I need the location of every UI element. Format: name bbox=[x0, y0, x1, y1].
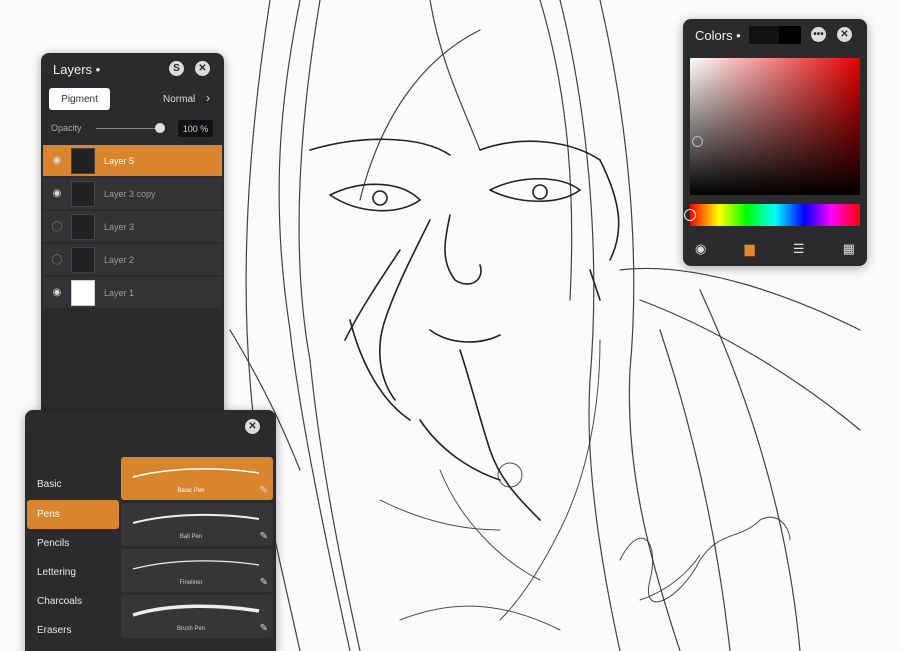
close-brushes-button[interactable]: ✕ bbox=[245, 419, 260, 434]
close-layers-button[interactable]: ✕ bbox=[195, 61, 210, 76]
layer-thumbnail bbox=[71, 213, 95, 240]
opacity-slider-knob[interactable] bbox=[155, 123, 165, 133]
current-color-swatch[interactable] bbox=[749, 26, 801, 44]
eye-hidden-icon[interactable]: ◯ bbox=[43, 254, 71, 265]
layer-name: Layer 3 bbox=[104, 221, 135, 232]
blend-mode-label[interactable]: Normal bbox=[163, 94, 195, 105]
brush-item[interactable]: Basic Pen ✎ bbox=[121, 457, 273, 500]
pen-icon[interactable]: ✎ bbox=[260, 485, 268, 496]
layer-thumbnail bbox=[71, 246, 95, 273]
layer-row[interactable]: ◯ Layer 2 bbox=[43, 244, 222, 275]
layer-row[interactable]: ◉ Layer 5 bbox=[43, 145, 222, 176]
layers-panel: Layers • S ✕ Pigment Normal › Opacity 10… bbox=[41, 53, 224, 468]
layer-name: Layer 2 bbox=[104, 254, 135, 265]
layer-row[interactable]: ◉ Layer 1 bbox=[43, 277, 222, 308]
opacity-label: Opacity bbox=[51, 123, 82, 133]
brush-stroke-preview bbox=[132, 560, 260, 570]
brush-category[interactable]: Pens bbox=[27, 500, 119, 529]
colors-title: Colors • bbox=[695, 28, 741, 43]
pen-icon[interactable]: ✎ bbox=[260, 531, 268, 542]
brush-category[interactable]: Charcoals bbox=[27, 587, 119, 616]
brush-name: Basic Pen bbox=[177, 488, 205, 494]
brush-stroke-preview bbox=[132, 468, 260, 478]
layer-name: Layer 5 bbox=[104, 155, 135, 166]
brushes-panel: ✕ Basic Pens Pencils Lettering Charcoals… bbox=[25, 410, 276, 651]
brush-stroke-preview bbox=[132, 513, 260, 524]
hue-slider[interactable] bbox=[690, 204, 860, 226]
eye-hidden-icon[interactable]: ◯ bbox=[43, 221, 71, 232]
layer-row[interactable]: ◯ Layer 3 bbox=[43, 211, 222, 242]
opacity-slider[interactable] bbox=[96, 128, 160, 129]
brush-item[interactable]: Fineliner ✎ bbox=[121, 549, 273, 592]
eye-icon[interactable]: ◉ bbox=[43, 287, 71, 298]
brush-name: Brush Pen bbox=[176, 626, 206, 632]
saturation-value-picker[interactable] bbox=[690, 58, 860, 195]
layers-settings-button[interactable]: S bbox=[169, 61, 184, 76]
brush-name: Ball Pen bbox=[179, 534, 203, 540]
brush-category[interactable]: Lettering bbox=[27, 558, 119, 587]
brush-name: Fineliner bbox=[179, 580, 203, 586]
brush-category[interactable]: Erasers bbox=[27, 616, 119, 645]
previous-color-swatch[interactable] bbox=[749, 26, 779, 44]
layer-thumbnail bbox=[71, 147, 95, 174]
layer-name: Layer 3 copy bbox=[104, 188, 156, 199]
color-palette-icon[interactable]: ▦ bbox=[843, 241, 855, 257]
pen-icon[interactable]: ✎ bbox=[260, 577, 268, 588]
color-sliders-icon[interactable]: ☰ bbox=[793, 241, 805, 257]
more-options-icon[interactable]: ••• bbox=[811, 27, 826, 42]
colors-mode-tabs: ◉ ▆ ☰ ▦ bbox=[695, 241, 855, 257]
brush-item[interactable]: Ball Pen ✎ bbox=[121, 503, 273, 546]
eye-icon[interactable]: ◉ bbox=[43, 155, 71, 166]
layer-name: Layer 1 bbox=[104, 287, 135, 298]
layer-thumbnail bbox=[71, 180, 95, 207]
color-square-icon[interactable]: ▆ bbox=[745, 241, 755, 257]
brush-item[interactable]: Brush Pen ✎ bbox=[121, 595, 273, 638]
color-wheel-icon[interactable]: ◉ bbox=[695, 241, 706, 257]
close-colors-button[interactable]: ✕ bbox=[837, 27, 852, 42]
layers-title: Layers • bbox=[53, 62, 101, 77]
color-picker-cursor[interactable] bbox=[692, 136, 703, 147]
colors-panel: Colors • ••• ✕ ◉ ▆ ☰ ▦ bbox=[683, 19, 867, 266]
eye-icon[interactable]: ◉ bbox=[43, 188, 71, 199]
layer-row[interactable]: ◉ Layer 3 copy bbox=[43, 178, 222, 209]
chevron-right-icon[interactable]: › bbox=[206, 91, 210, 105]
pen-icon[interactable]: ✎ bbox=[260, 623, 268, 634]
brush-category[interactable]: Pencils bbox=[27, 529, 119, 558]
layer-thumbnail bbox=[71, 279, 95, 306]
pigment-button[interactable]: Pigment bbox=[49, 88, 110, 110]
brush-category[interactable]: Basic bbox=[27, 470, 119, 499]
brush-stroke-preview bbox=[132, 604, 260, 617]
hue-slider-knob[interactable] bbox=[684, 209, 696, 221]
opacity-value-field[interactable]: 100 % bbox=[178, 120, 213, 137]
